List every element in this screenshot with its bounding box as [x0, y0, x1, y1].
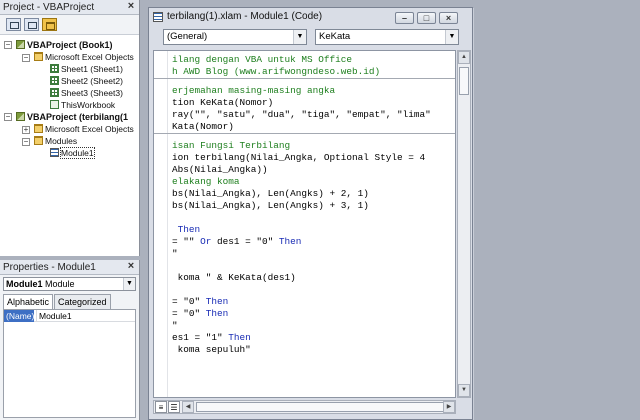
properties-object-select[interactable]: Module1 Module ▼: [3, 277, 136, 291]
code-line[interactable]: = "0" Then: [172, 296, 455, 308]
module-code-icon: [153, 12, 163, 22]
view-code-icon[interactable]: [6, 18, 21, 31]
code-line[interactable]: Kata(Nomor): [172, 121, 455, 133]
procedure-view-icon[interactable]: ≡: [155, 401, 167, 413]
tree-node-thisworkbook[interactable]: ThisWorkbook: [50, 99, 115, 111]
properties-grid: (Name) Module1: [3, 309, 136, 418]
procedure-separator: [154, 133, 455, 134]
folder-icon: [34, 52, 43, 61]
code-line[interactable]: koma sepuluh": [172, 344, 455, 356]
tree-node-sheet1[interactable]: Sheet1 (Sheet1): [50, 63, 123, 75]
full-module-view-icon[interactable]: ☰: [168, 401, 180, 413]
code-window-title-bar: terbilang(1).xlam - Module1 (Code) – □ ×: [149, 8, 472, 26]
project-toolbar: [0, 15, 139, 35]
project-explorer-pane: Project - VBAProject × − VBAProject (Boo…: [0, 0, 140, 256]
project-pane-title-bar: Project - VBAProject ×: [0, 0, 139, 15]
properties-pane-title-bar: Properties - Module1 ×: [0, 260, 139, 275]
scroll-up-icon[interactable]: ▲: [458, 51, 470, 64]
module-icon: [50, 148, 59, 157]
tree-node-modules[interactable]: Modules: [34, 135, 77, 147]
code-window-title: terbilang(1).xlam - Module1 (Code): [167, 11, 323, 22]
object-combo[interactable]: (General) ▼: [163, 29, 307, 45]
properties-pane: Properties - Module1 × Module1 Module ▼ …: [0, 260, 140, 420]
tree-node-sheet3[interactable]: Sheet3 (Sheet3): [50, 87, 123, 99]
code-line[interactable]: Then: [172, 224, 455, 236]
vba-project-icon: [16, 112, 25, 121]
tab-categorized[interactable]: Categorized: [54, 294, 111, 309]
code-editor[interactable]: ilang dengan VBA untuk MS Office h AWD Bl…: [153, 50, 456, 398]
margin-indicator-bar[interactable]: [154, 51, 168, 397]
code-line[interactable]: = "0" Then: [172, 308, 455, 320]
code-line[interactable]: erjemahan masing-masing angka: [172, 85, 455, 97]
scroll-down-icon[interactable]: ▼: [458, 384, 470, 397]
code-line[interactable]: es1 = "1" Then: [172, 332, 455, 344]
toggle-folders-icon[interactable]: [42, 18, 57, 31]
collapse-icon[interactable]: −: [22, 138, 30, 146]
collapse-icon[interactable]: −: [4, 41, 12, 49]
collapse-icon[interactable]: −: [22, 54, 30, 62]
chevron-down-icon: ▼: [293, 30, 306, 44]
expand-icon[interactable]: +: [22, 126, 30, 134]
folder-icon: [34, 124, 43, 133]
project-pane-title: Project - VBAProject: [3, 2, 95, 13]
code-line[interactable]: elakang koma: [172, 176, 455, 188]
chevron-down-icon: ▼: [445, 30, 458, 44]
code-line[interactable]: koma " & KeKata(des1): [172, 272, 455, 284]
tab-alphabetic[interactable]: Alphabetic: [3, 294, 54, 310]
minimize-icon[interactable]: –: [395, 12, 414, 24]
code-line[interactable]: [172, 284, 455, 296]
code-line[interactable]: ": [172, 248, 455, 260]
project-pane-close-icon[interactable]: ×: [125, 1, 137, 13]
code-line[interactable]: isan Fungsi Terbilang: [172, 140, 455, 152]
worksheet-icon: [50, 88, 59, 97]
vertical-scrollbar[interactable]: ▲ ▼: [457, 50, 471, 398]
project-tree: − VBAProject (Book1) − Microsoft Excel O…: [0, 35, 139, 256]
tree-node-excel-objects-2[interactable]: Microsoft Excel Objects: [34, 123, 134, 135]
tree-node-excel-objects[interactable]: Microsoft Excel Objects: [34, 51, 134, 63]
procedure-combo[interactable]: KeKata ▼: [315, 29, 459, 45]
vba-project-icon: [16, 40, 25, 49]
view-object-icon[interactable]: [24, 18, 39, 31]
code-line[interactable]: ray("", "satu", "dua", "tiga", "empat", …: [172, 109, 455, 121]
close-icon[interactable]: ×: [439, 12, 458, 24]
worksheet-icon: [50, 64, 59, 73]
code-line[interactable]: bs(Nilai_Angka), Len(Angks) + 2, 1): [172, 188, 455, 200]
tree-node-module1[interactable]: Module1: [50, 147, 95, 159]
collapse-icon[interactable]: −: [4, 113, 12, 121]
tree-node-sheet2[interactable]: Sheet2 (Sheet2): [50, 75, 123, 87]
scroll-right-icon[interactable]: ▶: [443, 401, 455, 413]
code-line[interactable]: tion KeKata(Nomor): [172, 97, 455, 109]
tree-node-project-terbilang[interactable]: VBAProject (terbilang(1: [16, 111, 128, 123]
properties-pane-title: Properties - Module1: [3, 262, 96, 273]
scroll-left-icon[interactable]: ◀: [182, 401, 194, 413]
scroll-thumb[interactable]: [459, 67, 469, 95]
code-line[interactable]: [172, 212, 455, 224]
code-line[interactable]: bs(Nilai_Angka), Len(Angks) + 3, 1): [172, 200, 455, 212]
restore-icon[interactable]: □: [417, 12, 436, 24]
workbook-icon: [50, 100, 59, 109]
code-line[interactable]: ": [172, 320, 455, 332]
folder-icon: [34, 136, 43, 145]
property-row-name[interactable]: (Name) Module1: [4, 310, 135, 322]
code-text[interactable]: ilang dengan VBA untuk MS Office h AWD Bl…: [154, 54, 455, 356]
tree-node-project-book1[interactable]: VBAProject (Book1): [16, 39, 113, 51]
properties-pane-close-icon[interactable]: ×: [125, 261, 137, 273]
procedure-separator: [154, 78, 455, 79]
properties-tabs: Alphabetic Categorized: [0, 294, 139, 310]
worksheet-icon: [50, 76, 59, 85]
code-line[interactable]: ilang dengan VBA untuk MS Office: [172, 54, 455, 66]
code-line[interactable]: h AWD Blog (www.arifwongndeso.web.id): [172, 66, 455, 78]
horizontal-scrollbar[interactable]: ≡ ☰ ◀ ▶: [153, 400, 456, 414]
chevron-down-icon: ▼: [123, 278, 135, 290]
code-line[interactable]: ion terbilang(Nilai_Angka, Optional Styl…: [172, 152, 455, 164]
code-line[interactable]: Abs(Nilai_Angka)): [172, 164, 455, 176]
code-window: terbilang(1).xlam - Module1 (Code) – □ ×…: [148, 7, 473, 420]
code-line[interactable]: = "" Or des1 = "0" Then: [172, 236, 455, 248]
code-line[interactable]: [172, 260, 455, 272]
horizontal-scroll-thumb[interactable]: [196, 402, 446, 412]
